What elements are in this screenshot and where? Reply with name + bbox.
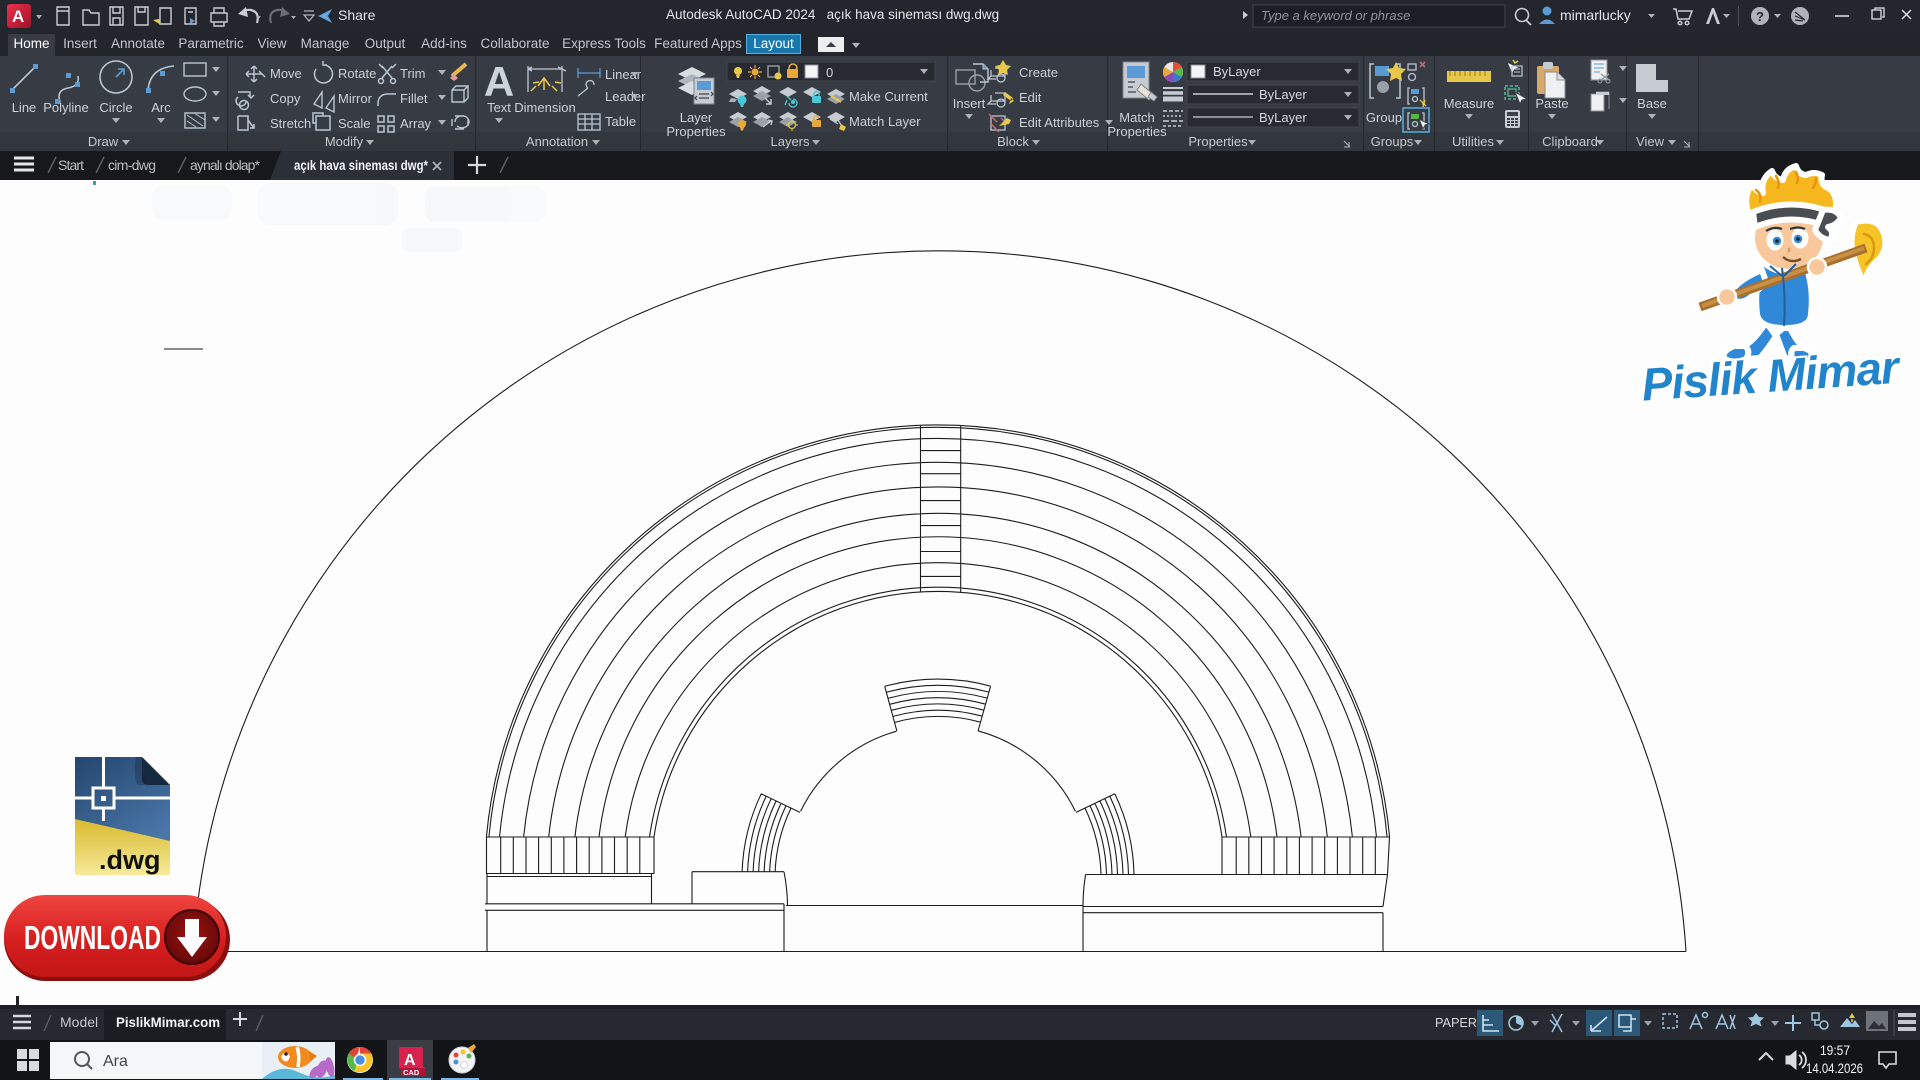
- svg-text:Ara: Ara: [103, 1053, 128, 1070]
- svg-text:Rotate: Rotate: [338, 66, 376, 81]
- svg-text:0: 0: [826, 65, 833, 80]
- svg-text:Draw: Draw: [88, 134, 119, 149]
- svg-text:Circle: Circle: [99, 100, 132, 115]
- svg-text:Annotation: Annotation: [526, 134, 588, 149]
- svg-text:DOWNLOAD: DOWNLOAD: [24, 919, 161, 956]
- svg-text:Start: Start: [58, 157, 84, 173]
- svg-text:Properties: Properties: [666, 124, 726, 139]
- svg-text:Mirror: Mirror: [338, 91, 373, 106]
- svg-text:Autodesk AutoCAD 2024 açık h: Autodesk AutoCAD 2024 açık hava sineması…: [666, 7, 999, 22]
- svg-text:14.04.2026: 14.04.2026: [1806, 1061, 1863, 1076]
- svg-text:Table: Table: [605, 114, 636, 129]
- svg-text:Layer: Layer: [680, 110, 713, 125]
- svg-text:CAD: CAD: [403, 1068, 420, 1077]
- svg-text:Match: Match: [1119, 110, 1154, 125]
- svg-text:açık hava sineması dwg*: açık hava sineması dwg*: [294, 157, 428, 173]
- svg-text:Edit Attributes: Edit Attributes: [1019, 115, 1100, 130]
- svg-text:Create: Create: [1019, 65, 1058, 80]
- svg-text:Paste: Paste: [1535, 96, 1568, 111]
- svg-text:Polyline: Polyline: [43, 100, 89, 115]
- svg-text:Scale: Scale: [338, 116, 371, 131]
- svg-text:Make Current: Make Current: [849, 89, 928, 104]
- svg-text:PAPER: PAPER: [1435, 1015, 1477, 1030]
- svg-text:Fillet: Fillet: [400, 91, 428, 106]
- svg-text:aynalı dolap*: aynalı dolap*: [190, 157, 261, 173]
- svg-text:Trim: Trim: [400, 66, 426, 81]
- svg-text:Modify: Modify: [325, 134, 364, 149]
- svg-text:?: ?: [1756, 9, 1764, 24]
- svg-text:mimarlucky: mimarlucky: [1560, 7, 1631, 23]
- svg-text:Arc: Arc: [151, 100, 171, 115]
- svg-text:Properties: Properties: [1107, 124, 1167, 139]
- svg-text:ByLayer: ByLayer: [1259, 87, 1307, 102]
- svg-text:A: A: [404, 1052, 416, 1069]
- svg-text:cim-dwg: cim-dwg: [108, 157, 156, 173]
- svg-text:Leader: Leader: [605, 89, 646, 104]
- svg-text:Dimension: Dimension: [514, 100, 575, 115]
- svg-text:Model: Model: [60, 1014, 98, 1030]
- svg-text:Group: Group: [1366, 110, 1402, 125]
- svg-text:ByLayer: ByLayer: [1213, 64, 1261, 79]
- svg-text:Array: Array: [400, 116, 432, 131]
- svg-text:Text: Text: [487, 100, 511, 115]
- svg-text:Linear: Linear: [605, 67, 642, 82]
- svg-text:Insert: Insert: [953, 96, 986, 111]
- svg-text:Base: Base: [1637, 96, 1667, 111]
- svg-text:ByLayer: ByLayer: [1259, 110, 1307, 125]
- svg-text:.dwg: .dwg: [99, 845, 161, 875]
- svg-text:PislikMimar.com: PislikMimar.com: [116, 1014, 220, 1030]
- svg-text:Edit: Edit: [1019, 90, 1042, 105]
- svg-text:Measure: Measure: [1444, 96, 1495, 111]
- svg-text:Stretch: Stretch: [270, 116, 311, 131]
- svg-text:19:57: 19:57: [1820, 1043, 1850, 1058]
- svg-text:Layers: Layers: [770, 134, 810, 149]
- svg-text:A: A: [12, 7, 24, 26]
- svg-text:Line: Line: [12, 100, 37, 115]
- svg-text:Copy: Copy: [270, 91, 301, 106]
- svg-text:Move: Move: [270, 66, 302, 81]
- svg-text:Share: Share: [338, 7, 376, 23]
- svg-text:Type a keyword or phrase: Type a keyword or phrase: [1261, 8, 1410, 23]
- svg-text:A: A: [484, 58, 514, 105]
- svg-text:Match Layer: Match Layer: [849, 114, 921, 129]
